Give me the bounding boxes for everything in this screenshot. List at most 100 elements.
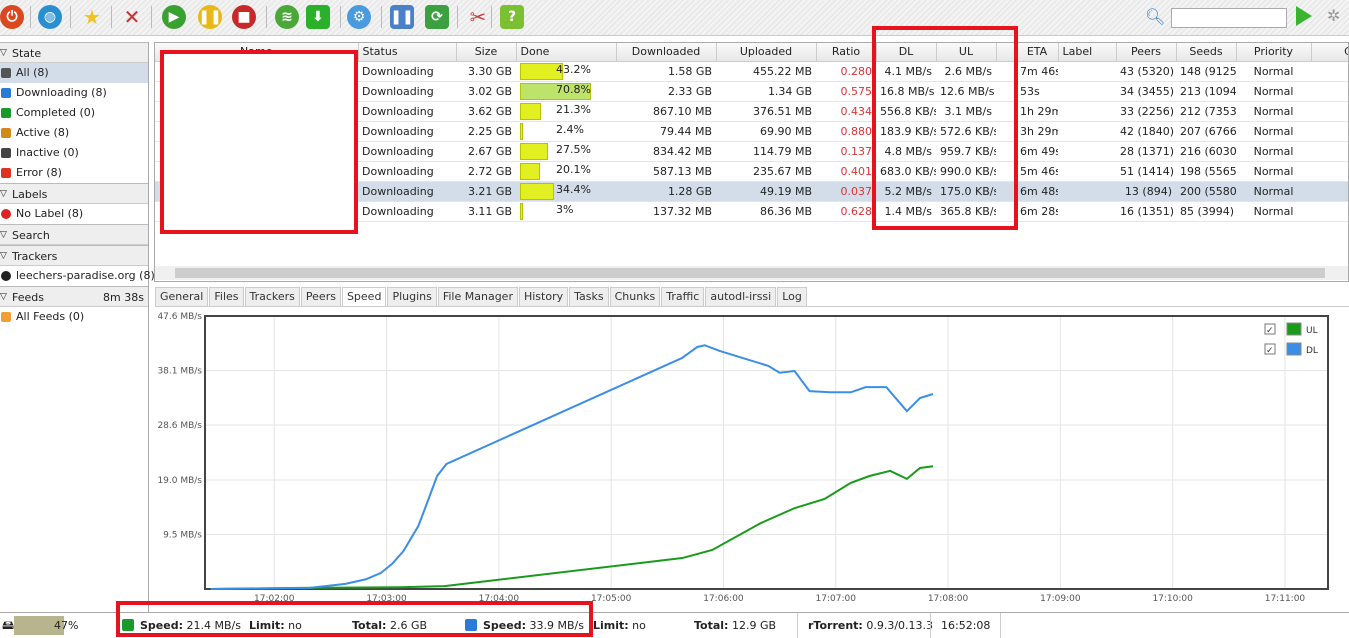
column-header[interactable]: Ratio [816, 43, 877, 62]
trackers-header[interactable]: Trackers [0, 245, 148, 267]
tab-history[interactable]: History [518, 287, 569, 307]
sidebar-item-state[interactable]: Inactive (0) [0, 143, 148, 163]
tab-log[interactable]: Log [777, 287, 807, 307]
empty-cell [996, 61, 1016, 82]
y-tick-label: 38.1 MB/s [157, 366, 202, 376]
label-cell [1058, 141, 1116, 162]
sidebar-item-state[interactable]: All (8) [0, 63, 148, 83]
pause-icon[interactable]: ❚❚ [198, 5, 222, 29]
tab-file-manager[interactable]: File Manager [437, 287, 518, 307]
eta-cell: 53s [1016, 81, 1058, 102]
rss-icon[interactable]: ≋ [275, 5, 299, 29]
tab-peers[interactable]: Peers [300, 287, 341, 307]
settings-icon[interactable]: ⚙ [347, 5, 371, 29]
tab-files[interactable]: Files [209, 287, 244, 307]
done-cell: 43.2% [516, 61, 616, 82]
star-icon[interactable]: ★ [80, 5, 104, 29]
speed-chart-panel: 17:02:00 17:03:00 17:04:00 17:05:00 17:06:00… [155, 306, 1349, 606]
add-torrent-icon[interactable]: ⬇ [306, 5, 330, 29]
sidebar-item-state[interactable]: Completed (0) [0, 103, 148, 123]
sidebar-item-no-label[interactable]: No Label (8) [0, 204, 148, 224]
column-header[interactable]: UL [936, 43, 997, 62]
eta-cell: 6m 49s [1016, 141, 1058, 162]
progress-bar: 27.5% [520, 142, 612, 160]
column-header[interactable]: Seeds [1176, 43, 1237, 62]
legend-swatch [1286, 322, 1302, 336]
upload-limit[interactable]: no [288, 619, 302, 632]
progress-bar: 21.3% [520, 102, 612, 120]
search-input[interactable] [1171, 8, 1287, 28]
empty-cell [1311, 101, 1348, 122]
feeds-time: 8m 38s [103, 291, 144, 304]
refresh-icon[interactable]: ⟳ [425, 5, 449, 29]
peers-cell: 28 (1371) [1116, 141, 1176, 162]
column-header[interactable]: Label [1058, 43, 1117, 62]
column-header[interactable]: Done [516, 43, 617, 62]
column-header[interactable]: C [1311, 43, 1348, 62]
tab-chunks[interactable]: Chunks [609, 287, 661, 307]
empty-cell [1311, 161, 1348, 182]
column-header[interactable] [996, 43, 1017, 62]
tab-trackers[interactable]: Trackers [244, 287, 300, 307]
sidebar-item-state[interactable]: Active (8) [0, 123, 148, 143]
stop-icon[interactable]: ■ [232, 5, 256, 29]
sidebar-item-all-feeds[interactable]: All Feeds (0) [0, 307, 148, 327]
search-icon[interactable]: 🔍︎ [1145, 7, 1165, 26]
sidebar: State All (8) Downloading (8) Completed (0… [0, 42, 155, 612]
tab-traffic[interactable]: Traffic [661, 287, 705, 307]
upload-total: 2.6 GB [389, 619, 428, 632]
tab-tasks[interactable]: Tasks [569, 287, 609, 307]
ul-cell: 2.6 MB/s [936, 61, 996, 82]
labels-header[interactable]: Labels [0, 183, 148, 205]
checkmark-icon: ✓ [1266, 326, 1274, 336]
download-limit[interactable]: no [632, 619, 646, 632]
status-cell: Downloading [358, 81, 456, 102]
search-header[interactable]: Search [0, 224, 148, 246]
seeds-cell: 200 (5580) [1176, 181, 1236, 202]
y-tick-label: 9.5 MB/s [163, 531, 202, 541]
priority-cell: Normal [1236, 201, 1311, 222]
label: Speed: [483, 619, 526, 632]
column-header[interactable]: Peers [1116, 43, 1177, 62]
column-header[interactable]: Priority [1236, 43, 1312, 62]
remove-icon[interactable]: ✕ [120, 5, 144, 29]
status-cell: Downloading [358, 61, 456, 82]
tab-autodl-irssi[interactable]: autodl-irssi [705, 287, 777, 307]
column-header[interactable]: Uploaded [716, 43, 817, 62]
download-speed: 33.9 MB/s [529, 619, 584, 632]
tab-speed[interactable]: Speed [341, 287, 387, 307]
toolbar-separator [457, 6, 458, 28]
toolbar-separator [70, 6, 71, 28]
tab-general[interactable]: General [155, 287, 209, 307]
search-go-icon[interactable] [1296, 6, 1312, 26]
feeds-header[interactable]: Feeds 8m 38s [0, 286, 148, 308]
power-icon[interactable]: ⏻ [0, 5, 24, 29]
status-bar: 🖴︎ 47% Speed: 21.4 MB/s Limit: no Total:… [0, 612, 1349, 638]
empty-cell [996, 181, 1016, 202]
help-icon[interactable]: ? [500, 5, 524, 29]
sidebar-item-state[interactable]: Error (8) [0, 163, 148, 183]
status-cell: Downloading [358, 141, 456, 162]
progress-text: 3% [556, 202, 574, 216]
x-tick-label: 17:11:00 [1265, 594, 1306, 604]
tools-icon[interactable]: ✂ [466, 5, 490, 29]
column-header[interactable]: ETA [1016, 43, 1059, 62]
progress-text: 20.1% [556, 162, 591, 176]
globe-icon[interactable]: ◍ [38, 5, 62, 29]
downloaded-cell: 1.28 GB [616, 181, 716, 202]
column-header[interactable]: DL [876, 43, 937, 62]
sidebar-item-tracker[interactable]: leechers-paradise.org (8) [0, 266, 155, 286]
start-icon[interactable]: ▶ [162, 5, 186, 29]
label: leechers-paradise.org (8) [16, 269, 155, 282]
column-header[interactable]: Downloaded [616, 43, 717, 62]
name-redaction [163, 53, 357, 233]
sidebar-item-state[interactable]: Downloading (8) [0, 83, 148, 103]
view-icon[interactable]: ❚❚ [390, 5, 414, 29]
tab-plugins[interactable]: Plugins [387, 287, 437, 307]
column-header[interactable]: Size [456, 43, 517, 62]
scrollbar-thumb[interactable] [175, 268, 1325, 278]
column-header[interactable]: Status [358, 43, 457, 62]
empty-cell [996, 101, 1016, 122]
state-header[interactable]: State [0, 42, 148, 64]
status-cell: Downloading [358, 181, 456, 202]
